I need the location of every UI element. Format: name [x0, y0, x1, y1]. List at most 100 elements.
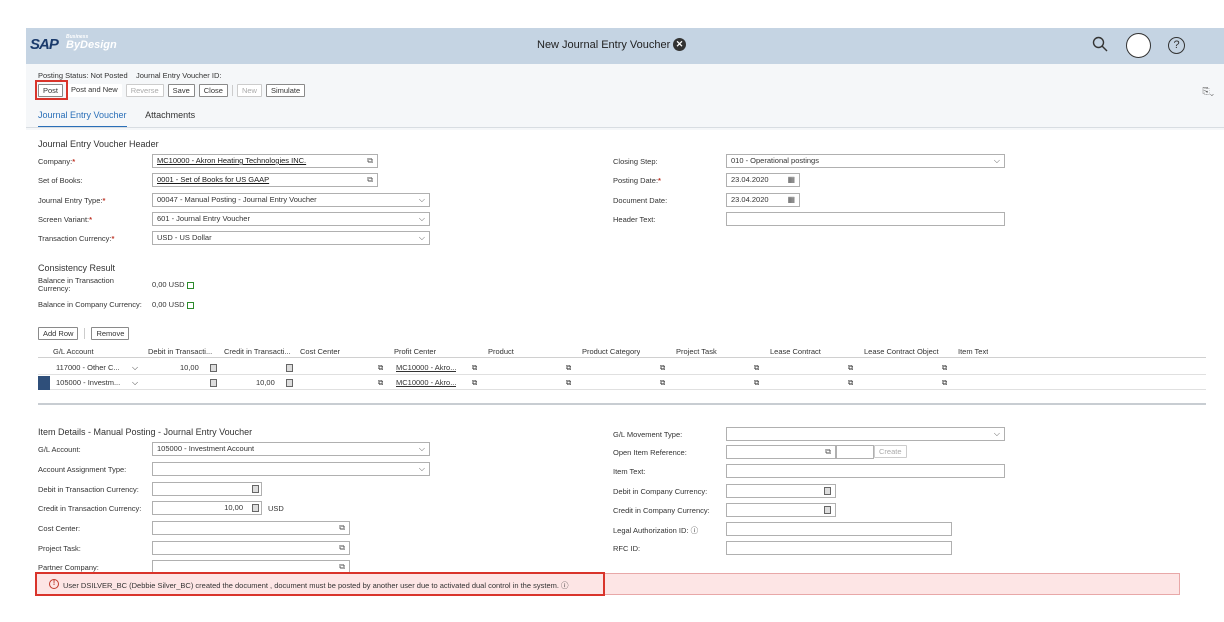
rfc-field[interactable]	[726, 541, 952, 555]
open-value-help-icon[interactable]: ⧉	[378, 378, 383, 388]
posting-date-label: Posting Date:*	[613, 176, 661, 185]
open-value-help-icon[interactable]: ⧉	[566, 363, 571, 373]
open-value-help-icon[interactable]: ⧉	[367, 155, 373, 167]
cost-center-label: Cost Center:	[38, 524, 81, 533]
tab-attachments[interactable]: Attachments	[145, 110, 195, 126]
credit-txn-field[interactable]: 10,00	[152, 501, 262, 515]
document-date-field[interactable]: 23.04.2020 ▦	[726, 193, 800, 207]
document-date-label: Document Date:	[613, 196, 668, 205]
row-profit-center[interactable]: MC10000 - Akro...	[396, 378, 456, 387]
open-value-help-icon[interactable]: ⧉	[942, 363, 947, 373]
open-value-help-icon[interactable]: ⧉	[472, 363, 477, 373]
col-profit-center[interactable]: Profit Center	[394, 347, 436, 356]
row-gl-account[interactable]: 105000 - Investm...	[56, 378, 120, 387]
debit-txn-field[interactable]	[152, 482, 262, 496]
open-value-help-icon[interactable]: ⧉	[378, 363, 383, 373]
debit-company-field[interactable]	[726, 484, 836, 498]
calculator-icon[interactable]	[824, 504, 831, 516]
open-value-help-icon[interactable]: ⧉	[848, 378, 853, 388]
col-item-text[interactable]: Item Text	[958, 347, 988, 356]
open-value-help-icon[interactable]: ⧉	[566, 378, 571, 388]
row-gl-account[interactable]: 117000 - Other C...	[56, 363, 120, 372]
close-app-icon[interactable]: ✕	[673, 38, 686, 51]
tab-journal-entry-voucher[interactable]: Journal Entry Voucher	[38, 110, 127, 128]
chevron-down-icon[interactable]: ⌵	[132, 378, 138, 388]
set-of-books-field[interactable]: 0001 - Set of Books for US GAAP ⧉	[152, 173, 378, 187]
help-icon[interactable]: ⓘ	[691, 526, 699, 535]
open-item-field[interactable]: ⧉	[726, 445, 836, 459]
gl-movement-dropdown[interactable]: ⌵	[726, 427, 1005, 441]
calculator-icon[interactable]	[252, 502, 259, 514]
calculator-icon[interactable]	[824, 485, 831, 497]
table-row[interactable]: 105000 - Investm... ⌵ 10,00 ⧉ MC10000 - …	[38, 376, 1206, 390]
create-button[interactable]: Create	[874, 445, 907, 458]
simulate-button[interactable]: Simulate	[265, 84, 306, 97]
cost-center-field[interactable]: ⧉	[152, 521, 350, 535]
open-value-help-icon[interactable]: ⧉	[339, 522, 345, 534]
post-and-new-button[interactable]: Post and New	[67, 84, 122, 97]
calendar-icon[interactable]: ▦	[787, 174, 795, 186]
table-row-empty[interactable]	[38, 391, 1206, 405]
row-credit[interactable]: 10,00	[256, 378, 275, 387]
je-type-dropdown[interactable]: 00047 - Manual Posting - Journal Entry V…	[152, 193, 430, 207]
open-value-help-icon[interactable]: ⧉	[942, 378, 947, 388]
col-product-category[interactable]: Product Category	[582, 347, 640, 356]
close-button[interactable]: Close	[198, 84, 228, 97]
calendar-icon[interactable]: ▦	[787, 194, 795, 206]
col-credit[interactable]: Credit in Transacti...	[224, 347, 291, 356]
open-value-help-icon[interactable]: ⧉	[339, 542, 345, 554]
credit-txn-label: Credit in Transaction Currency:	[38, 504, 142, 513]
item-text-field[interactable]	[726, 464, 1005, 478]
table-row[interactable]: 117000 - Other C... ⌵ 10,00 ⧉ MC10000 - …	[38, 361, 1206, 375]
open-value-help-icon[interactable]: ⧉	[825, 446, 831, 458]
row-debit[interactable]: 10,00	[180, 363, 199, 372]
screen-variant-dropdown[interactable]: 601 - Journal Entry Voucher ⌵	[152, 212, 430, 226]
credit-company-field[interactable]	[726, 503, 836, 517]
open-value-help-icon[interactable]: ⧉	[660, 378, 665, 388]
open-item-label: Open Item Reference:	[613, 448, 687, 457]
legal-auth-field[interactable]	[726, 522, 952, 536]
remove-button[interactable]: Remove	[91, 327, 130, 340]
open-item-field-2[interactable]	[836, 445, 874, 459]
open-value-help-icon[interactable]: ⧉	[367, 174, 373, 186]
project-task-field[interactable]: ⧉	[152, 541, 350, 555]
col-cost-center[interactable]: Cost Center	[300, 347, 340, 356]
logo-bydesign-text: ByDesign	[66, 39, 117, 51]
help-icon[interactable]: ?	[1168, 37, 1185, 54]
company-field[interactable]: MC10000 - Akron Heating Technologies INC…	[152, 154, 378, 168]
chevron-down-icon[interactable]: ⌵	[132, 363, 138, 373]
open-value-help-icon[interactable]: ⧉	[472, 378, 477, 388]
account-assignment-dropdown[interactable]: ⌵	[152, 462, 430, 476]
col-gl-account[interactable]: G/L Account	[53, 347, 94, 356]
sap-bydesign-logo[interactable]: SAP Business ByDesign	[30, 34, 117, 53]
col-lease-contract-object[interactable]: Lease Contract Object	[864, 347, 939, 356]
calculator-icon[interactable]	[210, 363, 217, 373]
save-button[interactable]: Save	[167, 84, 195, 97]
calculator-icon[interactable]	[286, 363, 293, 373]
col-lease-contract[interactable]: Lease Contract	[770, 347, 821, 356]
open-value-help-icon[interactable]: ⧉	[754, 378, 759, 388]
row-profit-center[interactable]: MC10000 - Akro...	[396, 363, 456, 372]
col-debit[interactable]: Debit in Transacti...	[148, 347, 212, 356]
row-selection-marker[interactable]	[38, 376, 50, 390]
posting-date-field[interactable]: 23.04.2020 ▦	[726, 173, 800, 187]
add-row-button[interactable]: Add Row	[38, 327, 79, 340]
col-project-task[interactable]: Project Task	[676, 347, 717, 356]
export-icon[interactable]: ⎘⌄	[1203, 86, 1214, 97]
reverse-button[interactable]: Reverse	[125, 84, 164, 97]
open-value-help-icon[interactable]: ⧉	[754, 363, 759, 373]
calculator-icon[interactable]	[286, 378, 293, 388]
calculator-icon[interactable]	[252, 483, 259, 495]
calculator-icon[interactable]	[210, 378, 217, 388]
txn-currency-dropdown[interactable]: USD - US Dollar ⌵	[152, 231, 430, 245]
col-product[interactable]: Product	[488, 347, 514, 356]
app-title: New Journal Entry Voucher	[537, 39, 671, 51]
user-avatar-icon[interactable]	[1126, 33, 1151, 58]
open-value-help-icon[interactable]: ⧉	[848, 363, 853, 373]
new-button[interactable]: New	[236, 84, 262, 97]
closing-step-dropdown[interactable]: 010 - Operational postings ⌵	[726, 154, 1005, 168]
header-text-field[interactable]	[726, 212, 1005, 226]
search-icon[interactable]	[1092, 36, 1108, 52]
gl-account-dropdown[interactable]: 105000 - Investment Account ⌵	[152, 442, 430, 456]
open-value-help-icon[interactable]: ⧉	[660, 363, 665, 373]
